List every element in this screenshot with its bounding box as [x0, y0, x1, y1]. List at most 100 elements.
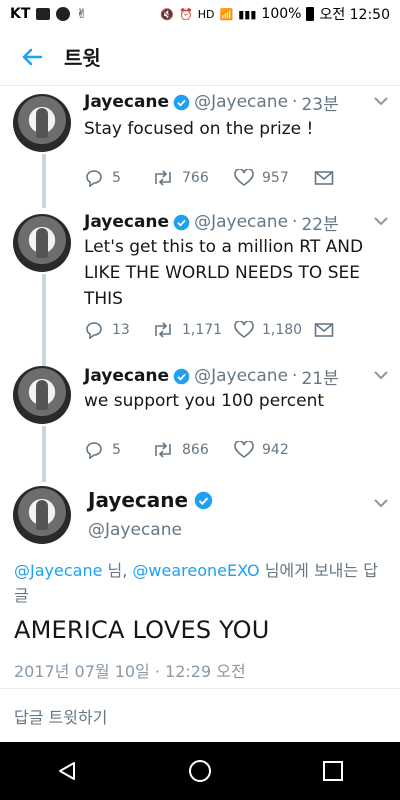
- retweet-count: 766: [182, 170, 209, 186]
- tweet-timestamp: 2017년 07월 10일 · 12:29 오전: [14, 662, 246, 681]
- reply-button[interactable]: 5: [84, 169, 152, 187]
- message-icon: [36, 8, 51, 20]
- tweet-text: Let's get this to a million RT AND LIKE …: [84, 237, 364, 309]
- triangle-back-icon: [58, 762, 75, 780]
- retweet-button[interactable]: 866: [152, 442, 234, 458]
- author-name[interactable]: Jayecane: [84, 366, 169, 386]
- verified-badge-icon: [173, 368, 190, 384]
- author-handle[interactable]: @Jayecane: [88, 520, 182, 540]
- chevron-down-icon[interactable]: [374, 216, 388, 226]
- separator-dot: ·: [292, 212, 298, 232]
- square-recents-icon: [323, 761, 344, 781]
- reply-context-text: 님,: [102, 561, 133, 580]
- back-arrow-icon[interactable]: [0, 28, 64, 86]
- reply-input[interactable]: 답글 트윗하기: [0, 688, 400, 742]
- heart-icon: [234, 321, 254, 338]
- app-header: 트윗: [0, 28, 400, 86]
- retweet-count: 866: [182, 442, 209, 458]
- avatar[interactable]: [13, 94, 71, 152]
- like-button[interactable]: 1,180: [234, 321, 314, 339]
- separator-dot: ·: [292, 92, 298, 112]
- direct-message-button[interactable]: [314, 322, 334, 338]
- wifi-icon: 📶: [219, 7, 234, 21]
- retweet-button[interactable]: 1,171: [152, 322, 234, 338]
- signal-icon: ▮▮▮: [238, 7, 257, 21]
- tweet-text: we support you 100 percent: [84, 391, 325, 411]
- clock: 오전 12:50: [319, 7, 390, 23]
- tweet-actions: 5 766 957: [84, 166, 380, 190]
- like-count: 957: [262, 170, 289, 186]
- avatar[interactable]: [13, 214, 71, 272]
- tweet-time: 21분: [301, 368, 339, 389]
- tweet-header: Jayecane @Jayecane · 21분: [84, 364, 386, 389]
- tweet-text: Stay focused on the prize !: [84, 119, 314, 139]
- heart-icon: [234, 169, 254, 186]
- reply-count: 5: [112, 442, 121, 458]
- retweet-count: 1,171: [182, 322, 223, 338]
- like-count: 1,180: [262, 322, 303, 338]
- app-notification-icon: [56, 7, 71, 21]
- tweet-time: 22분: [301, 214, 339, 235]
- system-nav-bar: [0, 742, 400, 800]
- retweet-icon: [155, 170, 171, 186]
- reply-icon: [86, 322, 102, 339]
- avatar[interactable]: [13, 486, 71, 544]
- carrier-label: KT: [10, 6, 31, 22]
- mention-link[interactable]: @Jayecane: [14, 561, 102, 580]
- like-count: 942: [262, 442, 289, 458]
- retweet-button[interactable]: 766: [152, 170, 234, 186]
- tweet-header: Jayecane @Jayecane · 22분: [84, 210, 386, 235]
- hd-icon: HD: [197, 7, 215, 21]
- status-right: 🔇 ⏰ HD 📶 ▮▮▮ 100% 오전 12:50: [160, 4, 390, 24]
- tweet-header: Jayecane @Jayecane · 23분: [84, 90, 386, 115]
- author-name[interactable]: Jayecane: [88, 488, 188, 512]
- nav-home-button[interactable]: [170, 742, 230, 800]
- chevron-down-icon[interactable]: [374, 370, 388, 380]
- mute-icon: 🔇: [160, 7, 175, 21]
- verified-badge-icon: [194, 491, 213, 509]
- author-handle[interactable]: @Jayecane: [194, 212, 288, 232]
- page-title: 트윗: [64, 46, 101, 70]
- nav-back-button[interactable]: [37, 742, 97, 800]
- direct-message-button[interactable]: [314, 170, 334, 186]
- retweet-icon: [155, 442, 171, 458]
- verified-badge-icon: [173, 94, 190, 110]
- like-button[interactable]: 957: [234, 169, 314, 187]
- nav-recents-button[interactable]: [303, 742, 363, 800]
- separator-dot: ·: [292, 366, 298, 386]
- reply-button[interactable]: 5: [84, 441, 152, 459]
- tweet-text: AMERICA LOVES YOU: [14, 616, 270, 644]
- author-name[interactable]: Jayecane: [84, 92, 169, 112]
- tweet-actions: 5 866 942: [84, 438, 380, 462]
- peace-hand-icon: ✌: [76, 6, 88, 22]
- author-name[interactable]: Jayecane: [84, 212, 169, 232]
- reply-count: 13: [112, 322, 130, 338]
- alarm-icon: ⏰: [179, 7, 193, 21]
- reply-context: @Jayecane 님, @weareoneEXO 님에게 보내는 답글: [14, 558, 386, 608]
- envelope-icon: [314, 171, 334, 185]
- envelope-icon: [314, 323, 334, 337]
- thread-tweet[interactable]: Jayecane @Jayecane · 22분 Let's get this …: [0, 210, 400, 350]
- reply-icon: [86, 442, 102, 459]
- thread-tweet[interactable]: Jayecane @Jayecane · 23분 Stay focused on…: [0, 90, 400, 200]
- reply-count: 5: [112, 170, 121, 186]
- battery-percent: 100%: [261, 6, 302, 22]
- mention-link[interactable]: @weareoneEXO: [132, 561, 259, 580]
- avatar[interactable]: [13, 366, 71, 424]
- heart-icon: [234, 441, 254, 458]
- tweet-time: 23분: [301, 94, 339, 115]
- retweet-icon: [155, 322, 171, 338]
- author-handle[interactable]: @Jayecane: [194, 366, 288, 386]
- chevron-down-icon[interactable]: [374, 498, 388, 508]
- thread-tweet[interactable]: Jayecane @Jayecane · 21분 we support you …: [0, 364, 400, 464]
- chevron-down-icon[interactable]: [374, 96, 388, 106]
- author-handle[interactable]: @Jayecane: [194, 92, 288, 112]
- verified-badge-icon: [173, 214, 190, 230]
- author-name-row: Jayecane: [88, 488, 217, 512]
- reply-button[interactable]: 13: [84, 321, 152, 339]
- status-left: KT ✌: [10, 6, 87, 22]
- status-bar: KT ✌ 🔇 ⏰ HD 📶 ▮▮▮ 100% 오전 12:50: [0, 0, 400, 28]
- like-button[interactable]: 942: [234, 441, 314, 459]
- reply-icon: [86, 170, 102, 187]
- circle-home-icon: [188, 760, 211, 782]
